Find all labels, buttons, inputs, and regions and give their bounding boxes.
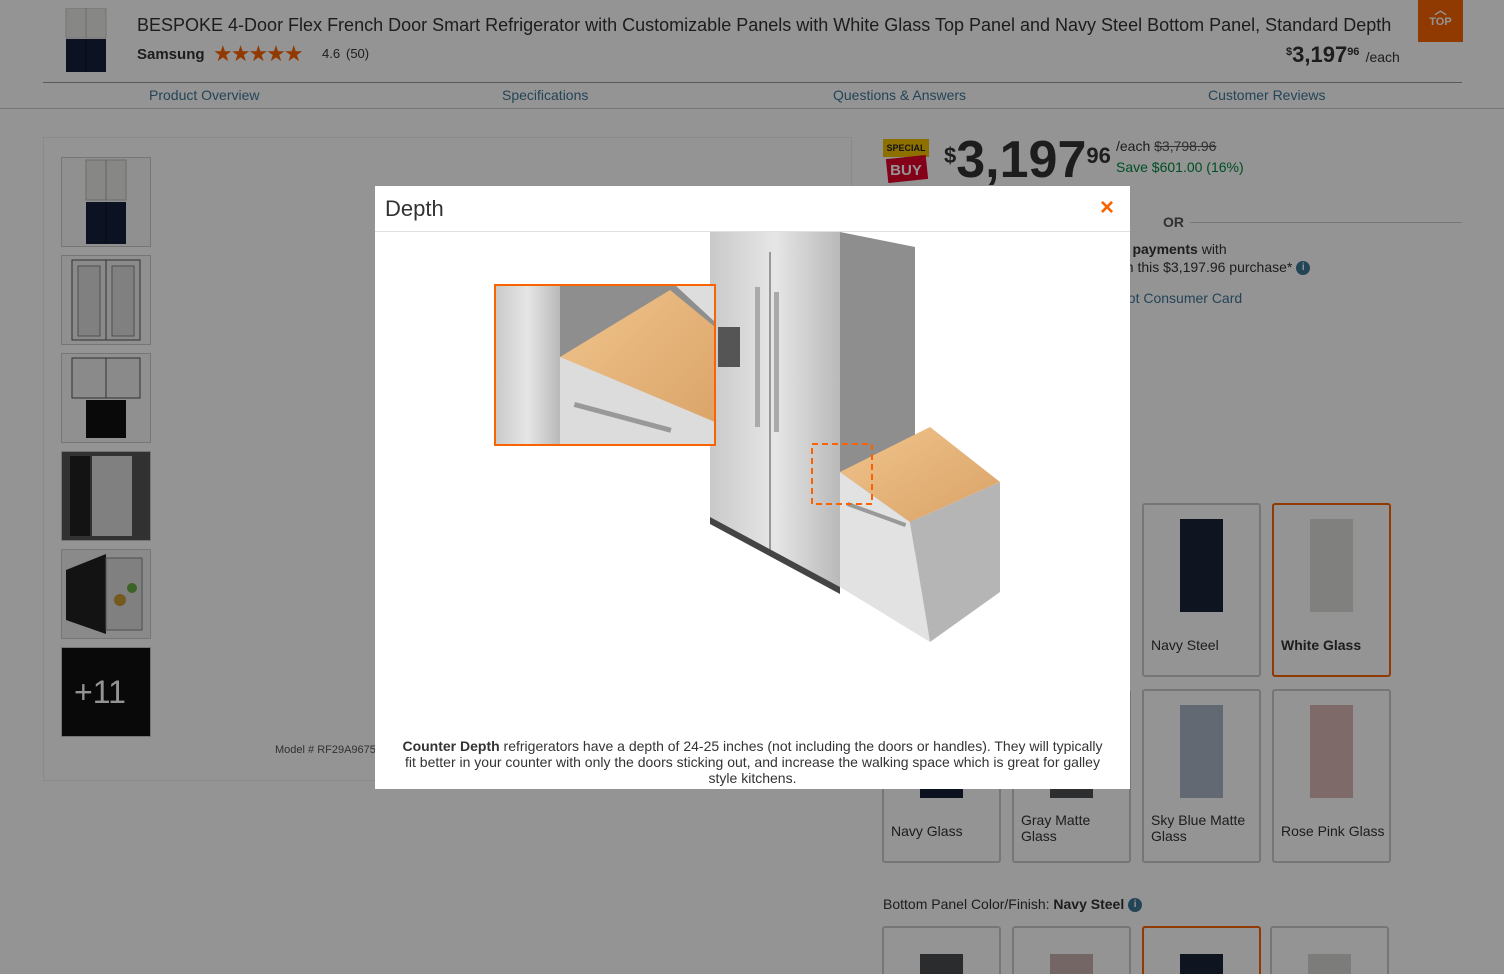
modal-title: Depth [385, 196, 444, 221]
modal-description-rest: refrigerators have a depth of 24-25 inch… [405, 738, 1103, 786]
modal-description-bold: Counter Depth [402, 738, 500, 754]
depth-modal: Depth × Counter Depth refrigerators have… [375, 186, 1130, 789]
counter-depth-illustration [494, 232, 1000, 642]
modal-description: Counter Depth refrigerators have a depth… [400, 738, 1105, 786]
close-icon[interactable]: × [1100, 195, 1114, 221]
